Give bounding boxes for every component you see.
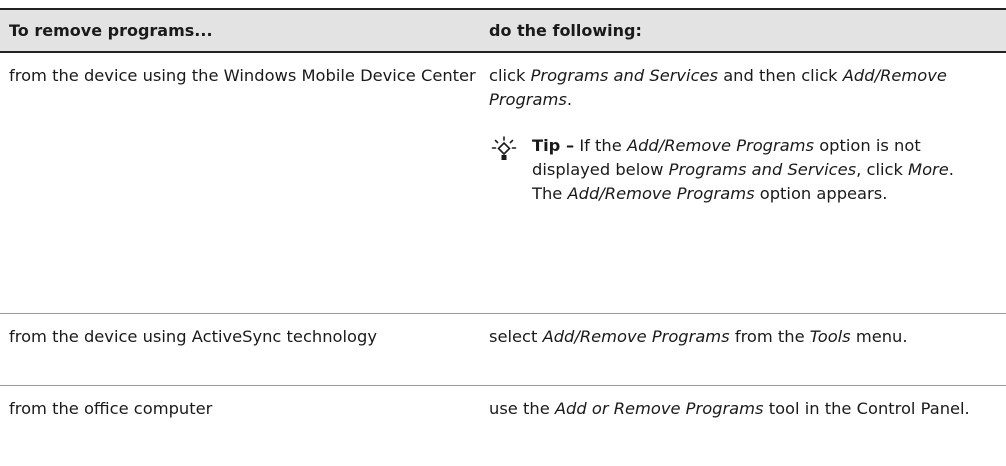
text-span: and then click (718, 66, 843, 85)
action-text: select Add/Remove Programs from the Tool… (489, 325, 976, 349)
row-action: select Add/Remove Programs from the Tool… (489, 314, 1006, 385)
text-span: menu. (850, 327, 908, 346)
table-row: from the device using the Windows Mobile… (0, 53, 1006, 314)
lightbulb-icon (489, 134, 532, 206)
ui-term: Tools (809, 327, 851, 346)
tip-note: Tip – If the Add/Remove Programs option … (489, 134, 976, 206)
table-header: To remove programs... do the following: (0, 10, 1006, 53)
table-row: from the device using ActiveSync technol… (0, 314, 1006, 386)
text-span: from the (729, 327, 810, 346)
table-row: from the office computer use the Add or … (0, 386, 1006, 466)
text-span: . (566, 90, 573, 109)
row-condition: from the device using the Windows Mobile… (9, 66, 476, 85)
header-col-remove-programs: To remove programs... (9, 21, 213, 40)
ui-term: Add or Remove Programs (554, 399, 764, 418)
text-span: tool in the Control Panel. (763, 399, 970, 418)
ui-term: Add/Remove Programs (626, 136, 815, 155)
row-condition: from the device using ActiveSync technol… (9, 327, 377, 346)
row-condition: from the office computer (9, 399, 213, 418)
header-col-do-following: do the following: (489, 21, 642, 40)
text-span: , click (856, 160, 909, 179)
text-span: select (489, 327, 543, 346)
ui-term: Programs and Services (668, 160, 857, 179)
text-span: use the (489, 399, 555, 418)
row-action: click Programs and Services and then cli… (489, 53, 1006, 313)
action-text: use the Add or Remove Programs tool in t… (489, 397, 976, 421)
tip-text: Tip – If the Add/Remove Programs option … (532, 134, 976, 206)
text-span: click (489, 66, 531, 85)
tip-label: Tip – (532, 136, 575, 155)
ui-term: Add/Remove Programs (542, 327, 730, 346)
ui-term: Add/Remove Programs (567, 184, 755, 203)
procedure-table: To remove programs... do the following: … (0, 8, 1006, 466)
action-text: click Programs and Services and then cli… (489, 64, 976, 112)
ui-term: Programs and Services (530, 66, 719, 85)
text-span: If the (574, 136, 627, 155)
text-span: option appears. (754, 184, 888, 203)
row-action: use the Add or Remove Programs tool in t… (489, 386, 1006, 466)
ui-term: More (908, 160, 949, 179)
